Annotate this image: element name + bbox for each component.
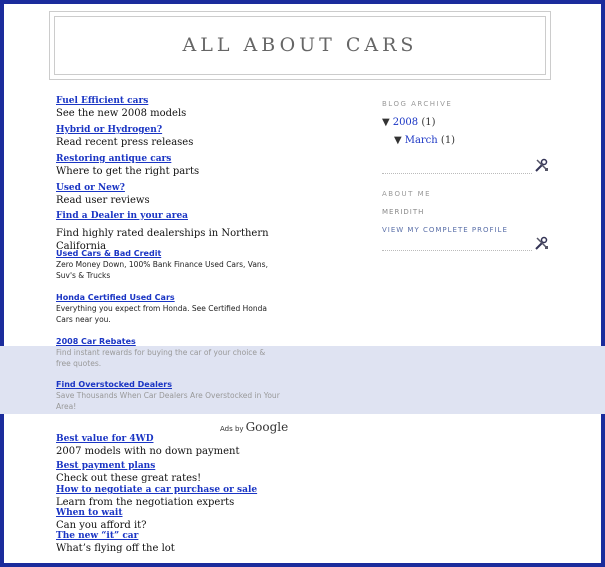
ad-description: Save Thousands When Car Dealers Are Over… xyxy=(56,391,280,411)
archive-year: ▼ 2008 (1) xyxy=(382,117,436,128)
post-link[interactable]: Hybrid or Hydrogen? xyxy=(56,125,193,136)
view-profile-link[interactable]: VIEW MY COMPLETE PROFILE xyxy=(382,226,508,234)
divider xyxy=(382,173,532,174)
post-link[interactable]: Fuel Efficient cars xyxy=(56,96,186,107)
post-description: 2007 models with no down payment xyxy=(56,446,240,457)
post-link[interactable]: Best value for 4WD xyxy=(56,434,296,445)
list-item: Best payment plans Check out these great… xyxy=(56,461,296,485)
post-description: What’s flying off the lot xyxy=(56,543,175,554)
post-description: Check out these great rates! xyxy=(56,473,202,484)
ad-item: Honda Certified Used Cars Everything you… xyxy=(56,292,281,325)
triangle-down-icon[interactable]: ▼ xyxy=(382,117,390,128)
ad-description: Everything you expect from Honda. See Ce… xyxy=(56,304,267,324)
author-name: MERIDITH xyxy=(382,208,425,216)
post-description: See the new 2008 models xyxy=(56,108,187,119)
ads-by-label: Ads by xyxy=(220,425,244,433)
triangle-down-icon[interactable]: ▼ xyxy=(394,135,402,146)
post-link[interactable]: How to negotiate a car purchase or sale xyxy=(56,485,296,496)
archive-month: ▼ March (1) xyxy=(394,135,455,146)
archive-month-link[interactable]: March xyxy=(405,135,438,146)
ad-item: Used Cars & Bad Credit Zero Money Down, … xyxy=(56,248,281,281)
archive-heading: BLOG ARCHIVE xyxy=(382,100,453,108)
ad-link[interactable]: 2008 Car Rebates xyxy=(56,336,281,347)
list-item: Hybrid or Hydrogen? Read recent press re… xyxy=(56,125,193,149)
ad-item: 2008 Car Rebates Find instant rewards fo… xyxy=(56,336,281,369)
archive-year-count: (1) xyxy=(421,117,436,128)
about-heading: ABOUT ME xyxy=(382,190,432,198)
blog-title[interactable]: ALL ABOUT CARS xyxy=(183,34,418,56)
google-logo: Google xyxy=(245,420,289,434)
list-item: Used or New? Read user reviews xyxy=(56,183,150,207)
blog-header: ALL ABOUT CARS xyxy=(49,11,551,80)
list-item: Find a Dealer in your area Find highly r… xyxy=(56,211,296,253)
wrench-screwdriver-icon[interactable] xyxy=(534,157,550,173)
ad-description: Find instant rewards for buying the car … xyxy=(56,348,266,368)
ad-link[interactable]: Find Overstocked Dealers xyxy=(56,379,281,390)
post-link[interactable]: The new “it” car xyxy=(56,531,296,542)
ad-item: Find Overstocked Dealers Save Thousands … xyxy=(56,379,281,412)
blog-page: ALL ABOUT CARS Fuel Efficient cars See t… xyxy=(0,0,605,567)
list-item: Best value for 4WD 2007 models with no d… xyxy=(56,434,296,458)
archive-month-count: (1) xyxy=(440,135,456,146)
divider xyxy=(382,250,532,251)
list-item: Restoring antique cars Where to get the … xyxy=(56,154,199,178)
ad-link[interactable]: Honda Certified Used Cars xyxy=(56,292,281,303)
post-description: Read user reviews xyxy=(56,195,150,206)
post-link[interactable]: When to wait xyxy=(56,508,296,519)
ad-description: Zero Money Down, 100% Bank Finance Used … xyxy=(56,260,268,280)
archive-year-link[interactable]: 2008 xyxy=(393,117,418,128)
wrench-screwdriver-icon[interactable] xyxy=(534,235,550,251)
list-item: The new “it” car What’s flying off the l… xyxy=(56,531,296,555)
list-item: Fuel Efficient cars See the new 2008 mod… xyxy=(56,96,186,120)
post-link[interactable]: Find a Dealer in your area xyxy=(56,211,296,222)
ad-link[interactable]: Used Cars & Bad Credit xyxy=(56,248,281,259)
post-link[interactable]: Restoring antique cars xyxy=(56,154,199,165)
post-link[interactable]: Used or New? xyxy=(56,183,150,194)
post-link[interactable]: Best payment plans xyxy=(56,461,296,472)
post-description: Where to get the right parts xyxy=(56,166,200,177)
list-item: How to negotiate a car purchase or sale … xyxy=(56,485,296,509)
post-description: Read recent press releases xyxy=(56,137,194,148)
ads-by-google[interactable]: Ads by Google xyxy=(220,420,288,434)
list-item: When to wait Can you afford it? xyxy=(56,508,296,532)
